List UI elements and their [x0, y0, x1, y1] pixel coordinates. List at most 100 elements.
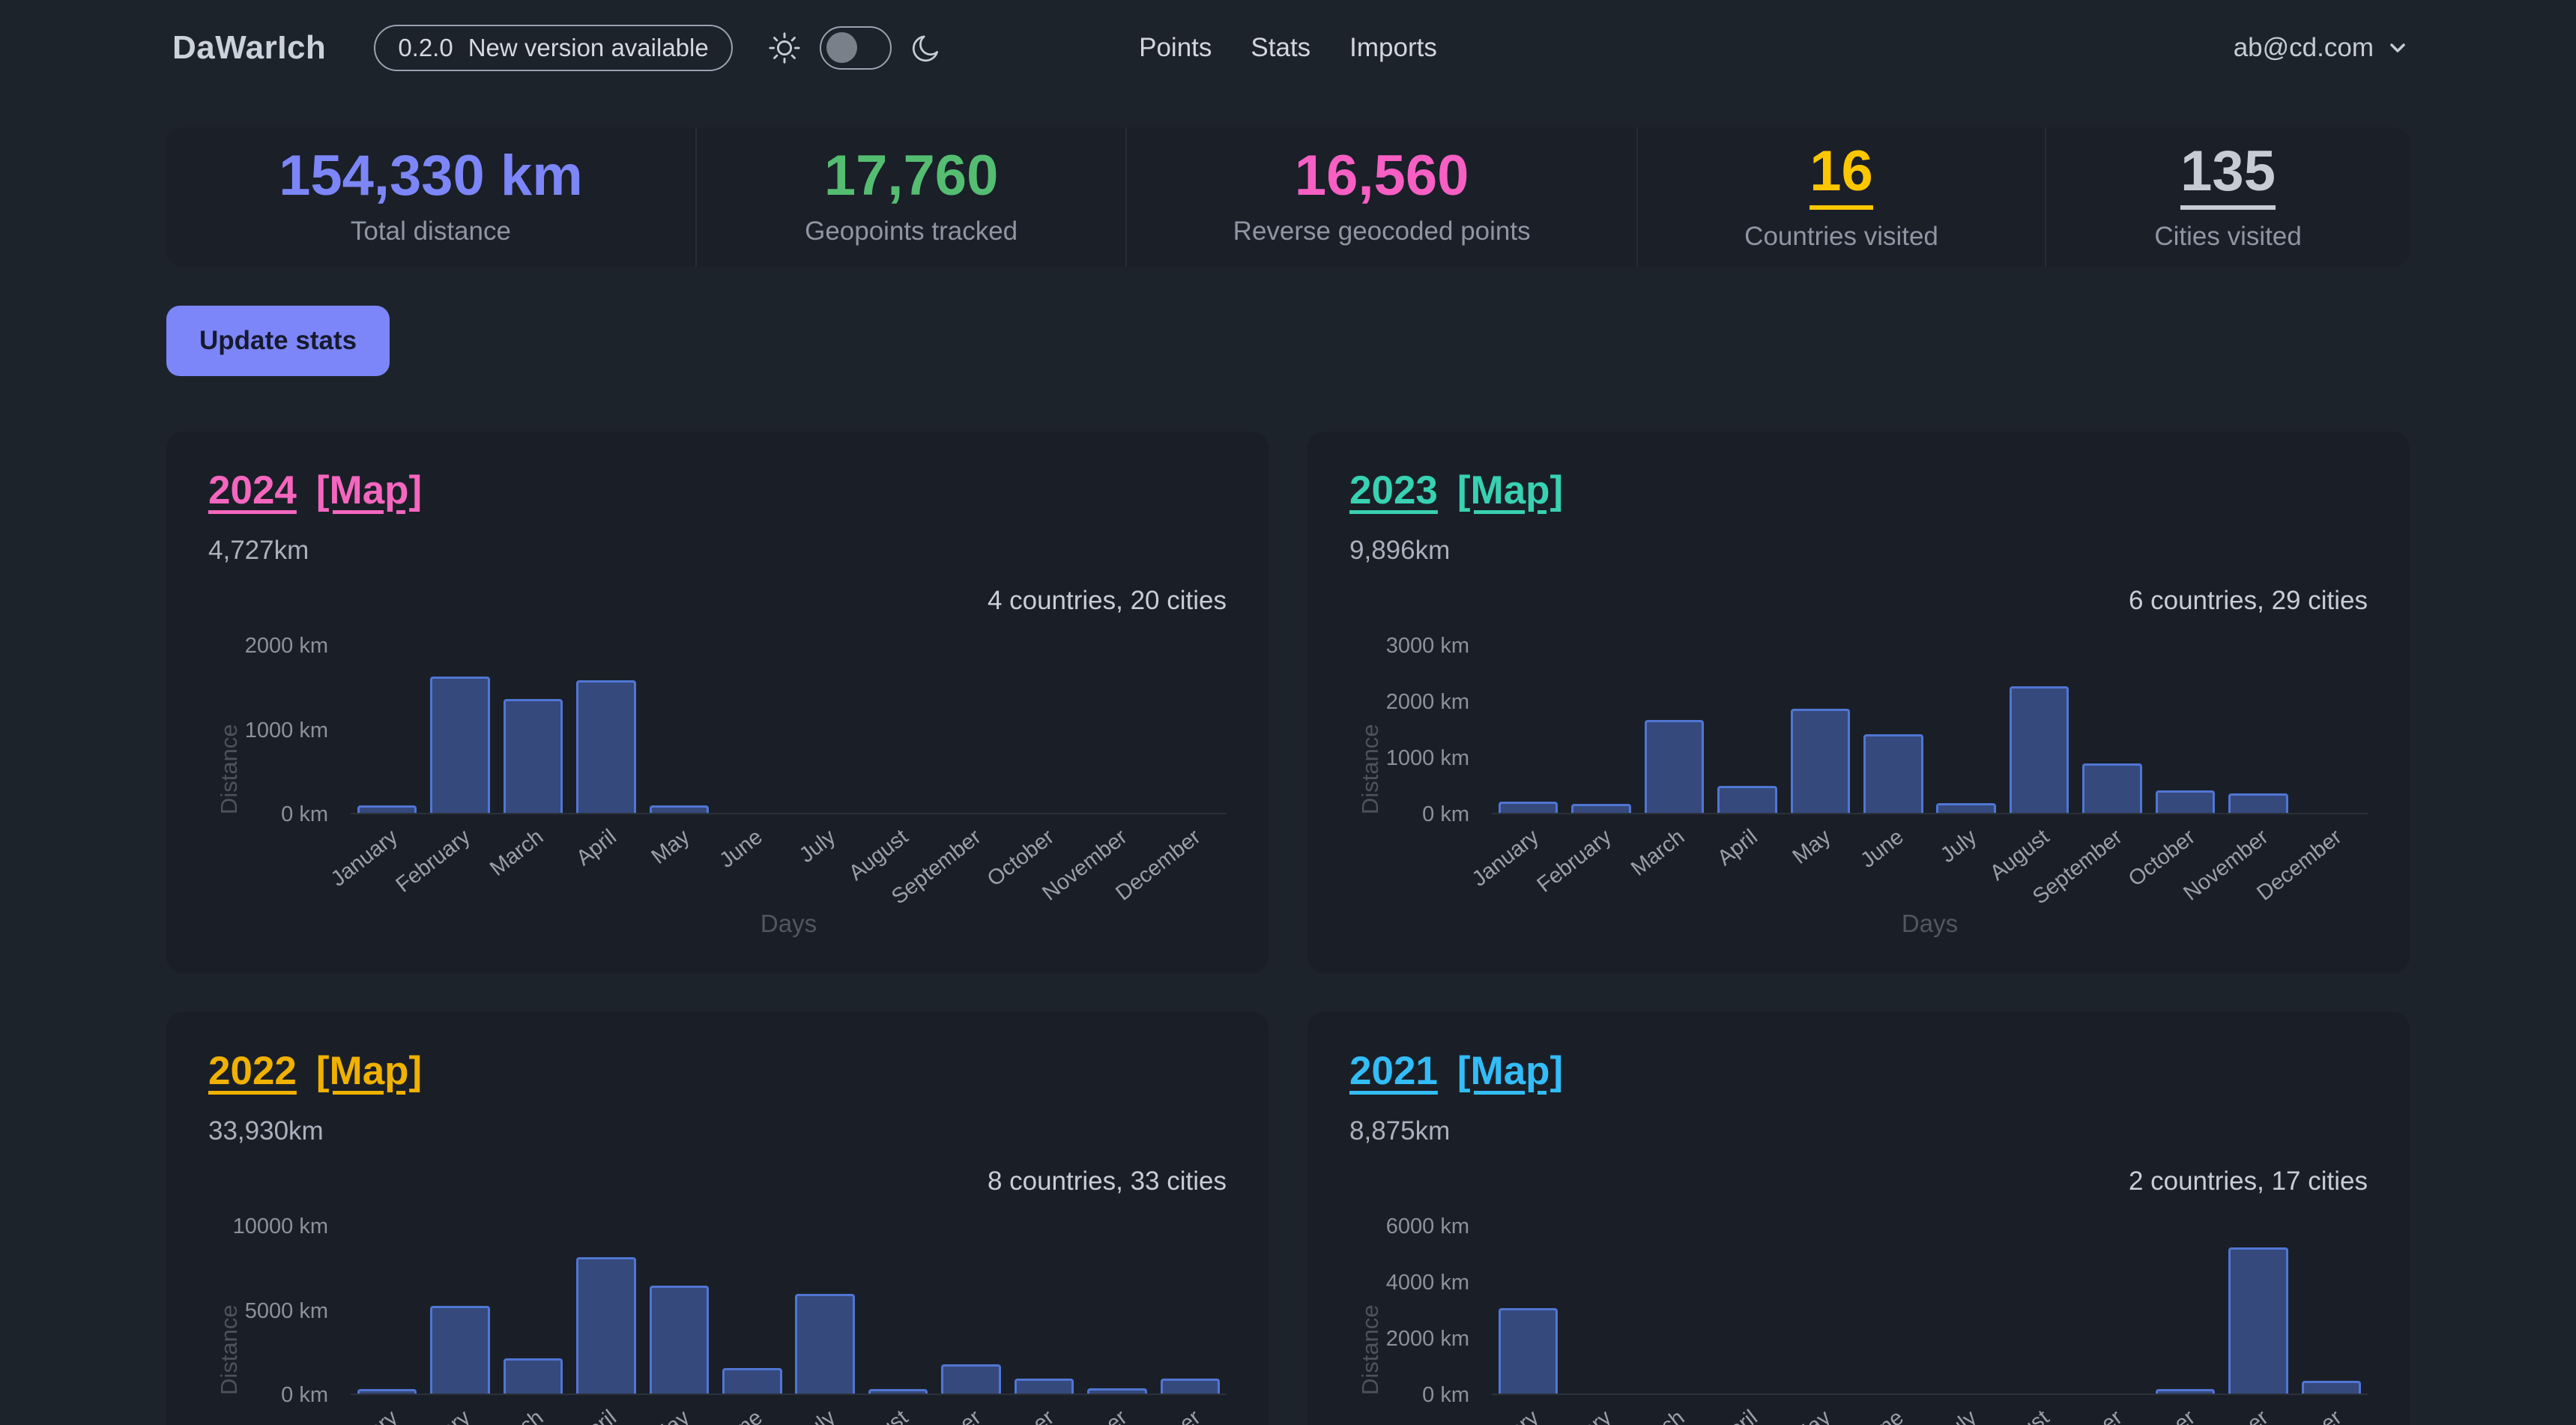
x-axis-tick: June: [715, 1406, 767, 1425]
year-card-title: 2023 [Map]: [1349, 468, 2368, 513]
x-axis-tick: January: [1467, 825, 1544, 892]
nav-link-points[interactable]: Points: [1139, 33, 1212, 63]
map-link[interactable]: [Map]: [316, 1048, 422, 1094]
chart-bar: [722, 1368, 781, 1394]
chart-bar: [795, 1294, 854, 1394]
stat-reverse-geocoded-points: 16,560Reverse geocoded points: [1125, 127, 1636, 267]
x-axis-tick: April: [572, 825, 621, 871]
x-axis-tick: April: [1713, 825, 1762, 871]
x-axis-tick: March: [1627, 825, 1690, 882]
x-axis-tick: May: [647, 825, 694, 870]
update-stats-button[interactable]: Update stats: [166, 306, 390, 376]
stat-value-total-distance: 154,330 km: [279, 148, 583, 205]
y-axis-tick: 6000 km: [1349, 1214, 1469, 1239]
nav-link-imports[interactable]: Imports: [1349, 33, 1437, 63]
chart-bar: [1087, 1388, 1146, 1394]
year-link[interactable]: 2021: [1349, 1048, 1438, 1094]
nav-link-stats[interactable]: Stats: [1251, 33, 1310, 63]
y-axis-tick: 0 km: [208, 1382, 328, 1408]
countries-cities-summary: 4 countries, 20 cities: [988, 586, 1227, 616]
x-axis-tick: April: [572, 1406, 621, 1425]
distance-chart: Distance6000 km4000 km2000 km0 kmJanuary…: [1349, 1226, 2368, 1425]
chart-bar: [650, 805, 709, 813]
year-distance: 9,896km: [1349, 536, 2368, 566]
stat-label-geopoints-tracked: Geopoints tracked: [805, 217, 1018, 246]
distance-chart: Distance3000 km2000 km1000 km0 kmJanuary…: [1349, 646, 2368, 953]
stat-cities-visited: 135Cities visited: [2045, 127, 2410, 267]
year-link[interactable]: 2024: [208, 468, 297, 513]
chart-bar: [430, 1306, 489, 1394]
map-link[interactable]: [Map]: [1457, 468, 1563, 513]
chart-bar: [650, 1286, 709, 1394]
stat-countries-visited: 16 Countries visited: [1636, 127, 2045, 267]
stat-value-geopoints-tracked: 17,760: [824, 148, 998, 205]
stat-label-countries-visited: Countries visited: [1744, 222, 1938, 252]
y-axis-title: Distance: [1357, 646, 1384, 814]
chevron-down-icon: [2386, 36, 2410, 60]
chart-plot-area: JanuaryFebruaryMarchAprilMayJuneJulyAugu…: [351, 646, 1227, 814]
x-axis-tick: March: [1627, 1406, 1690, 1425]
y-axis-tick: 4000 km: [1349, 1270, 1469, 1295]
chart-bar: [2302, 1381, 2361, 1394]
y-axis-tick: 3000 km: [1349, 633, 1469, 659]
chart-bar: [2010, 686, 2069, 813]
year-cards-grid: 2024[Map]4,727km4 countries, 20 citiesDi…: [166, 432, 2410, 1425]
year-distance: 8,875km: [1349, 1116, 2368, 1146]
map-link[interactable]: [Map]: [1457, 1048, 1563, 1094]
x-axis-tick: January: [326, 1406, 402, 1425]
stat-label-reverse-geocoded-points: Reverse geocoded points: [1233, 217, 1531, 246]
year-link[interactable]: 2022: [208, 1048, 297, 1094]
x-axis-tick: July: [795, 1406, 841, 1425]
x-axis-title: Days: [1902, 910, 1958, 938]
year-card-2023: 2023 [Map] 9,896km 6 countries, 29 cities Di…: [1307, 432, 2410, 973]
main-nav: Points Stats Imports: [1139, 33, 1437, 63]
chart-bar: [357, 1389, 417, 1394]
y-axis-tick: 2000 km: [208, 633, 328, 659]
chart-bar: [1645, 720, 1704, 813]
theme-toggle[interactable]: [820, 26, 892, 70]
y-axis-tick: 1000 km: [208, 718, 328, 743]
stat-total-distance: 154,330 km Total distance: [166, 127, 695, 267]
x-axis-tick: June: [1856, 1406, 1908, 1425]
app-logo[interactable]: DaWarIch: [172, 29, 326, 67]
app-header: DaWarIch 0.2.0 New version available Poi…: [0, 0, 2576, 96]
chart-bar: [357, 805, 417, 813]
chart-bar: [1015, 1379, 1074, 1394]
user-menu[interactable]: ab@cd.com: [2234, 33, 2410, 63]
theme-switcher: [767, 26, 943, 70]
x-axis-tick: October: [983, 1406, 1059, 1425]
y-axis-tick: 1000 km: [1349, 745, 1469, 771]
sun-icon: [767, 31, 802, 65]
chart-bar: [504, 699, 563, 813]
stat-value-countries-visited[interactable]: 16: [1809, 143, 1873, 210]
year-card-2021: 2021[Map]8,875km2 countries, 17 citiesDi…: [1307, 1012, 2410, 1425]
chart-bar: [2228, 793, 2288, 813]
x-axis-tick: July: [1936, 825, 1982, 868]
version-badge[interactable]: 0.2.0 New version available: [374, 25, 732, 71]
x-axis-tick: March: [486, 825, 548, 882]
chart-bar: [1499, 1308, 1558, 1394]
x-axis-tick: July: [1936, 1406, 1982, 1425]
year-card-title: 2022 [Map]: [208, 1048, 1227, 1094]
x-axis-title: Days: [761, 910, 817, 938]
countries-cities-summary: 6 countries, 29 cities: [2129, 586, 2368, 616]
chart-bar: [2082, 763, 2141, 813]
chart-bar: [2156, 1389, 2215, 1394]
x-axis-tick: June: [1856, 825, 1908, 874]
stat-label-total-distance: Total distance: [351, 217, 511, 246]
chart-bar: [430, 677, 489, 813]
chart-plot-area: JanuaryFebruaryMarchAprilMayJuneJulyAugu…: [1492, 646, 2368, 814]
version-text: New version available: [468, 34, 709, 62]
countries-cities-summary: 8 countries, 33 cities: [988, 1167, 1227, 1196]
moon-icon: [910, 31, 943, 64]
chart-bar: [2156, 790, 2215, 813]
year-link[interactable]: 2023: [1349, 468, 1438, 513]
stat-value-cities-visited[interactable]: 135: [2180, 143, 2276, 210]
x-axis-tick: February: [1533, 1406, 1617, 1425]
chart-plot-area: JanuaryFebruaryMarchAprilMayJuneJulyAugu…: [351, 1226, 1227, 1395]
chart-bar: [941, 1364, 1000, 1394]
year-card-2024: 2024[Map]4,727km4 countries, 20 citiesDi…: [166, 432, 1269, 973]
toggle-knob: [826, 32, 857, 63]
map-link[interactable]: [Map]: [316, 468, 422, 513]
y-axis-tick: 5000 km: [208, 1298, 328, 1324]
